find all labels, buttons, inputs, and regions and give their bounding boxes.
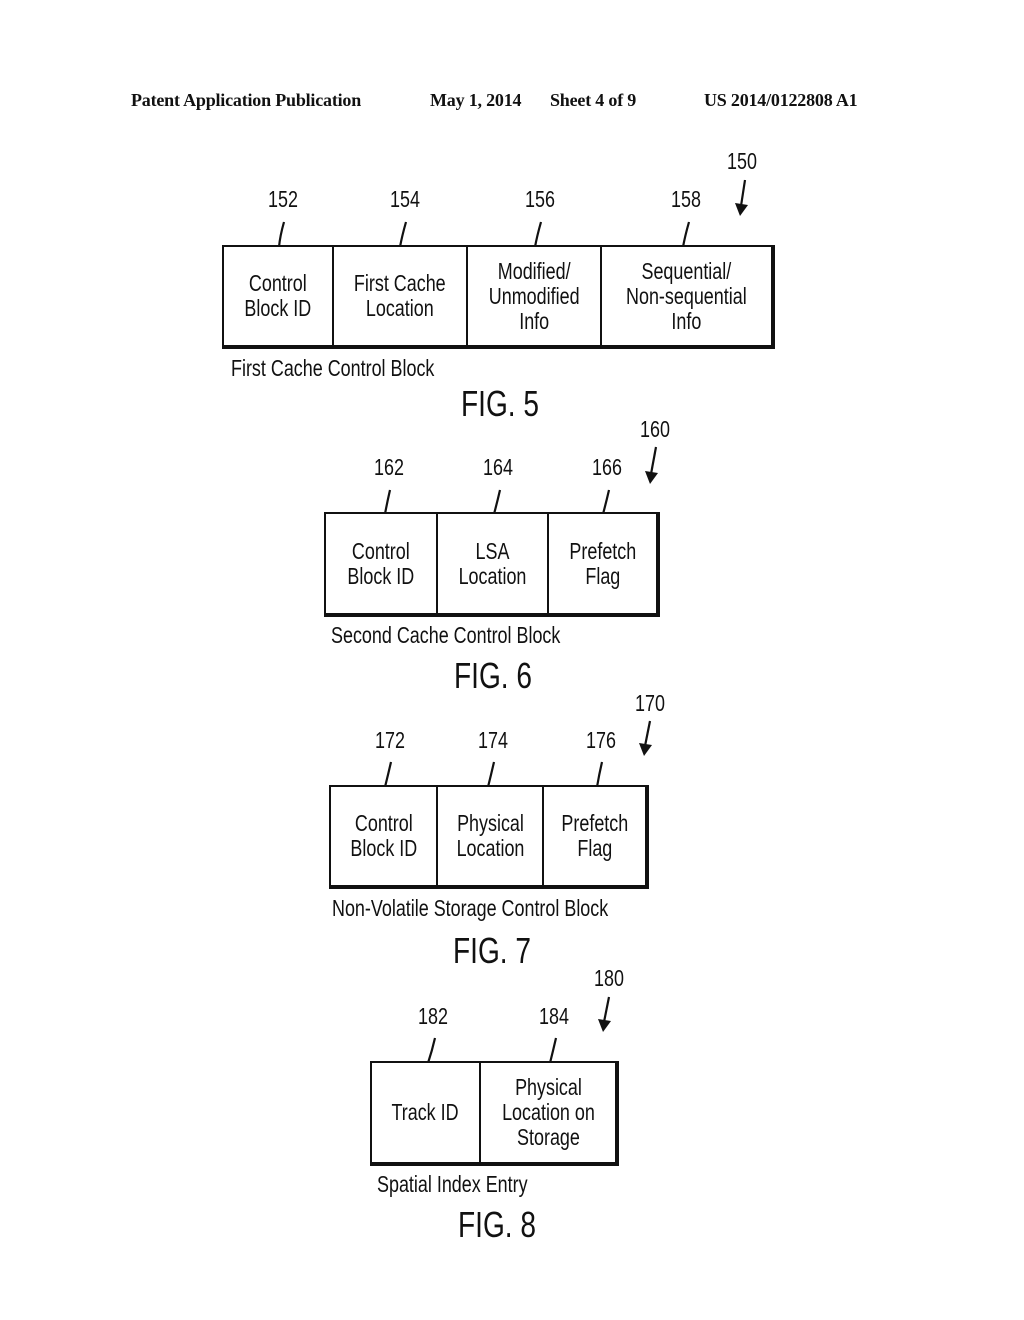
field-ref-162: 162 [374, 454, 404, 480]
leader-line-152 [277, 221, 286, 248]
arrow-160 [649, 446, 658, 475]
field-first-cache-location: First Cache Location [334, 247, 468, 345]
block-caption: Second Cache Control Block [331, 622, 561, 648]
field-ref-154: 154 [390, 186, 420, 212]
field-ref-166: 166 [592, 454, 622, 480]
field-physical-location: Physical Location [438, 787, 544, 885]
field-ref-182: 182 [418, 1003, 448, 1029]
arrowhead-150 [735, 203, 748, 216]
arrow-180 [602, 996, 611, 1023]
field-control-block-id: Control Block ID [326, 514, 438, 613]
field-ref-158: 158 [671, 186, 701, 212]
leader-line-182 [426, 1037, 437, 1064]
leader-line-176 [595, 761, 604, 788]
leader-line-174 [486, 761, 496, 788]
block-caption: Non-Volatile Storage Control Block [332, 895, 609, 921]
publication-type: Patent Application Publication [131, 90, 362, 110]
figure-label: FIG. 8 [458, 1204, 537, 1245]
figure-label: FIG. 6 [454, 655, 533, 696]
block-caption: Spatial Index Entry [377, 1171, 528, 1197]
field-ref-176: 176 [586, 727, 616, 753]
figure-label: FIG. 7 [453, 930, 532, 971]
figure-label: FIG. 5 [461, 383, 540, 424]
leader-line-172 [383, 761, 393, 788]
sheet-number: Sheet 4 of 9 [550, 90, 637, 110]
second-cache-control-block: Control Block ID LSA Location Prefetch F… [324, 512, 660, 617]
field-lsa-location: LSA Location [438, 514, 549, 613]
field-prefetch-flag: Prefetch Flag [569, 537, 636, 589]
field-ref-184: 184 [539, 1003, 569, 1029]
block-ref-180: 180 [594, 965, 624, 991]
leader-line-184 [548, 1037, 558, 1064]
leader-line-166 [601, 489, 611, 515]
field-modified-info: Modified/ Unmodified Info [468, 247, 602, 345]
field-track-id: Track ID [372, 1063, 481, 1162]
field-ref-164: 164 [483, 454, 513, 480]
non-volatile-storage-control-block: Control Block ID Physical Location Prefe… [329, 785, 649, 889]
field-prefetch-flag: Prefetch Flag [561, 810, 628, 861]
field-ref-174: 174 [478, 727, 508, 753]
leader-line-156 [533, 221, 543, 248]
leader-line-158 [681, 221, 691, 248]
field-ref-156: 156 [525, 186, 555, 212]
field-control-block-id: Control Block ID [224, 247, 334, 345]
arrowhead-180 [598, 1019, 611, 1032]
field-ref-172: 172 [375, 727, 405, 753]
leader-line-164 [492, 489, 502, 515]
publication-date: May 1, 2014 [430, 90, 522, 110]
field-control-block-id: Control Block ID [331, 787, 438, 885]
arrow-150 [739, 179, 747, 207]
field-ref-152: 152 [268, 186, 298, 212]
leader-line-162 [383, 489, 392, 515]
spatial-index-entry: Track ID Physical Location on Storage [370, 1061, 619, 1166]
block-caption: First Cache Control Block [231, 355, 435, 381]
field-sequential-info: Sequential/ Non-sequential Info [626, 257, 747, 334]
field-physical-location-on-storage: Physical Location on Storage [501, 1074, 595, 1150]
arrowhead-160 [645, 471, 658, 484]
first-cache-control-block: Control Block ID First Cache Location Mo… [222, 245, 775, 349]
block-ref-170: 170 [635, 690, 665, 716]
leader-line-154 [398, 221, 408, 248]
patent-number: US 2014/0122808 A1 [704, 90, 858, 110]
block-ref-150: 150 [727, 148, 757, 174]
arrowhead-170 [639, 743, 652, 756]
arrow-170 [643, 720, 652, 747]
block-ref-160: 160 [640, 416, 670, 442]
